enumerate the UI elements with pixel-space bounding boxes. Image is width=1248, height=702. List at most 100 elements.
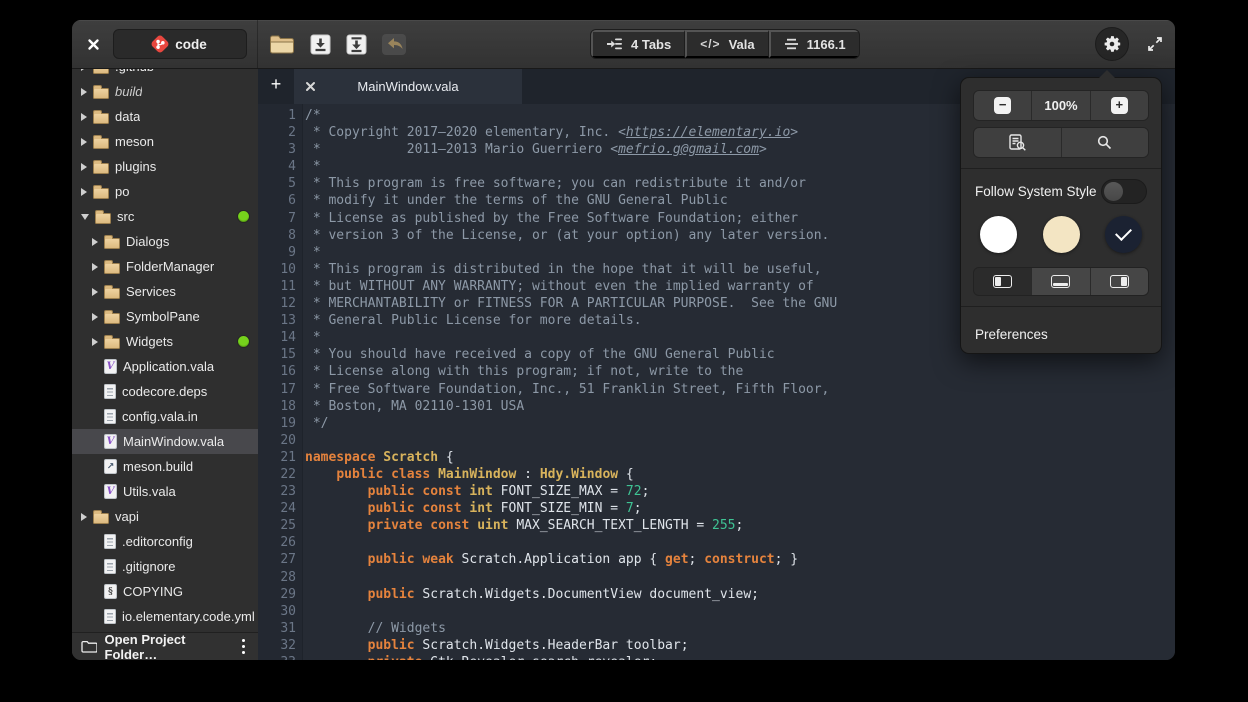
- expand-arrow-icon[interactable]: [92, 338, 98, 346]
- style-option-sepia[interactable]: [1043, 216, 1080, 253]
- line-number: 17: [258, 381, 296, 398]
- line-text: *: [296, 244, 321, 261]
- zoom-out-button[interactable]: −: [974, 91, 1032, 120]
- code-line[interactable]: 31 // Widgets: [258, 620, 1175, 637]
- fullscreen-button[interactable]: [1146, 35, 1164, 53]
- sidebar-item-codecore-deps[interactable]: codecore.deps: [72, 379, 258, 404]
- sidebar-item-vapi[interactable]: vapi: [72, 504, 258, 529]
- show-left-panel-button[interactable]: [974, 268, 1032, 295]
- sidebar-item-symbolpane[interactable]: SymbolPane: [72, 304, 258, 329]
- tab-mainwindow-vala[interactable]: MainWindow.vala: [294, 68, 522, 104]
- settings-button[interactable]: [1095, 27, 1129, 61]
- code-line[interactable]: 20: [258, 432, 1175, 449]
- item-label: Services: [126, 284, 176, 299]
- code-line[interactable]: 25 private const uint MAX_SEARCH_TEXT_LE…: [258, 517, 1175, 534]
- sidebar-item-data[interactable]: data: [72, 104, 258, 129]
- code-line[interactable]: 17 * Free Software Foundation, Inc., 51 …: [258, 381, 1175, 398]
- preferences-menu-item[interactable]: Preferences: [961, 317, 1161, 353]
- sidebar-item-foldermanager[interactable]: FolderManager: [72, 254, 258, 279]
- sidebar-menu-button[interactable]: [238, 637, 249, 656]
- sidebar-item-mainwindow-vala[interactable]: VMainWindow.vala: [72, 429, 258, 454]
- code-line[interactable]: 26: [258, 534, 1175, 551]
- code-line[interactable]: 30: [258, 603, 1175, 620]
- code-line[interactable]: 22 public class MainWindow : Hdy.Window …: [258, 466, 1175, 483]
- code-line[interactable]: 16 * License along with this program; if…: [258, 363, 1175, 380]
- collapse-arrow-icon[interactable]: [81, 214, 89, 220]
- line-text: * version 3 of the License, or (at your …: [296, 227, 829, 244]
- code-line[interactable]: 32 public Scratch.Widgets.HeaderBar tool…: [258, 637, 1175, 654]
- open-file-button[interactable]: [269, 34, 295, 55]
- save-button[interactable]: [310, 34, 331, 55]
- line-text: private Gtk.Revealer search_revealer;: [296, 654, 657, 660]
- zoom-level-button[interactable]: 100%: [1032, 91, 1090, 120]
- style-option-light[interactable]: [980, 216, 1017, 253]
- project-button[interactable]: code: [113, 29, 247, 59]
- language-button[interactable]: </> Vala: [685, 30, 768, 58]
- sidebar-item-io-elementary-code-yml[interactable]: io.elementary.code.yml: [72, 604, 258, 629]
- goto-line-button[interactable]: 1166.1: [769, 30, 859, 58]
- sidebar-item-plugins[interactable]: plugins: [72, 154, 258, 179]
- item-label: MainWindow.vala: [123, 434, 224, 449]
- tab-settings-button[interactable]: 4 Tabs: [591, 30, 685, 58]
- code-line[interactable]: 27 public weak Scratch.Application app {…: [258, 551, 1175, 568]
- expand-arrow-icon[interactable]: [92, 313, 98, 321]
- open-project-folder-button[interactable]: Open Project Folder…: [105, 632, 230, 661]
- code-line[interactable]: 23 public const int FONT_SIZE_MAX = 72;: [258, 483, 1175, 500]
- line-text: * Copyright 2017–2020 elementary, Inc. <…: [296, 124, 798, 141]
- expand-arrow-icon[interactable]: [81, 88, 87, 96]
- expand-arrow-icon[interactable]: [81, 113, 87, 121]
- expand-arrow-icon[interactable]: [81, 513, 87, 521]
- sidebar-item-src[interactable]: src: [72, 204, 258, 229]
- line-text: [296, 534, 305, 551]
- show-bottom-panel-button[interactable]: [1032, 268, 1090, 295]
- code-line[interactable]: 18 * Boston, MA 02110-1301 USA: [258, 398, 1175, 415]
- sidebar-item-config-vala-in[interactable]: config.vala.in: [72, 404, 258, 429]
- new-tab-button[interactable]: +: [258, 68, 294, 104]
- save-as-button[interactable]: [346, 34, 367, 55]
- code-line[interactable]: 28: [258, 569, 1175, 586]
- sidebar-item-dialogs[interactable]: Dialogs: [72, 229, 258, 254]
- code-line[interactable]: 19 */: [258, 415, 1175, 432]
- show-right-panel-button[interactable]: [1091, 268, 1148, 295]
- sidebar-item-services[interactable]: Services: [72, 279, 258, 304]
- vala-file-icon: V: [104, 359, 117, 374]
- code-line[interactable]: 21namespace Scratch {: [258, 449, 1175, 466]
- sidebar-item-utils-vala[interactable]: VUtils.vala: [72, 479, 258, 504]
- sidebar-item-editorconfig[interactable]: .editorconfig: [72, 529, 258, 554]
- sidebar-item-application-vala[interactable]: VApplication.vala: [72, 354, 258, 379]
- sidebar-item-po[interactable]: po: [72, 179, 258, 204]
- follow-system-style-toggle[interactable]: [1101, 179, 1147, 204]
- sidebar-item-meson[interactable]: meson: [72, 129, 258, 154]
- sidebar-item-gitignore[interactable]: .gitignore: [72, 554, 258, 579]
- expand-arrow-icon[interactable]: [81, 188, 87, 196]
- item-label: FolderManager: [126, 259, 214, 274]
- line-number: 14: [258, 329, 296, 346]
- item-label: codecore.deps: [122, 384, 207, 399]
- style-options: [973, 216, 1149, 253]
- expand-arrow-icon[interactable]: [81, 138, 87, 146]
- undo-button[interactable]: [382, 34, 406, 55]
- expand-arrow-icon[interactable]: [92, 238, 98, 246]
- expand-arrow-icon[interactable]: [92, 288, 98, 296]
- sidebar-item-copying[interactable]: §COPYING: [72, 579, 258, 604]
- sidebar-item-github[interactable]: .github: [72, 68, 258, 79]
- code-line[interactable]: 24 public const int FONT_SIZE_MIN = 7;: [258, 500, 1175, 517]
- style-option-dark[interactable]: [1105, 216, 1142, 253]
- sidebar-item-build[interactable]: build: [72, 79, 258, 104]
- zoom-in-button[interactable]: +: [1091, 91, 1148, 120]
- code-line[interactable]: 33 private Gtk.Revealer search_revealer;: [258, 654, 1175, 660]
- line-number: 32: [258, 637, 296, 654]
- vala-file-icon: V: [104, 484, 117, 499]
- search-icon: [1096, 134, 1113, 151]
- sidebar-item-widgets[interactable]: Widgets: [72, 329, 258, 354]
- find-in-document-button[interactable]: [974, 128, 1062, 157]
- expand-arrow-icon[interactable]: [81, 163, 87, 171]
- line-number: 1: [258, 107, 296, 124]
- sidebar-item-meson-build[interactable]: ↗meson.build: [72, 454, 258, 479]
- search-button[interactable]: [1062, 128, 1149, 157]
- line-number: 23: [258, 483, 296, 500]
- code-line[interactable]: 29 public Scratch.Widgets.DocumentView d…: [258, 586, 1175, 603]
- tab-close-button[interactable]: [305, 81, 316, 92]
- window-close-button[interactable]: [82, 33, 104, 55]
- expand-arrow-icon[interactable]: [92, 263, 98, 271]
